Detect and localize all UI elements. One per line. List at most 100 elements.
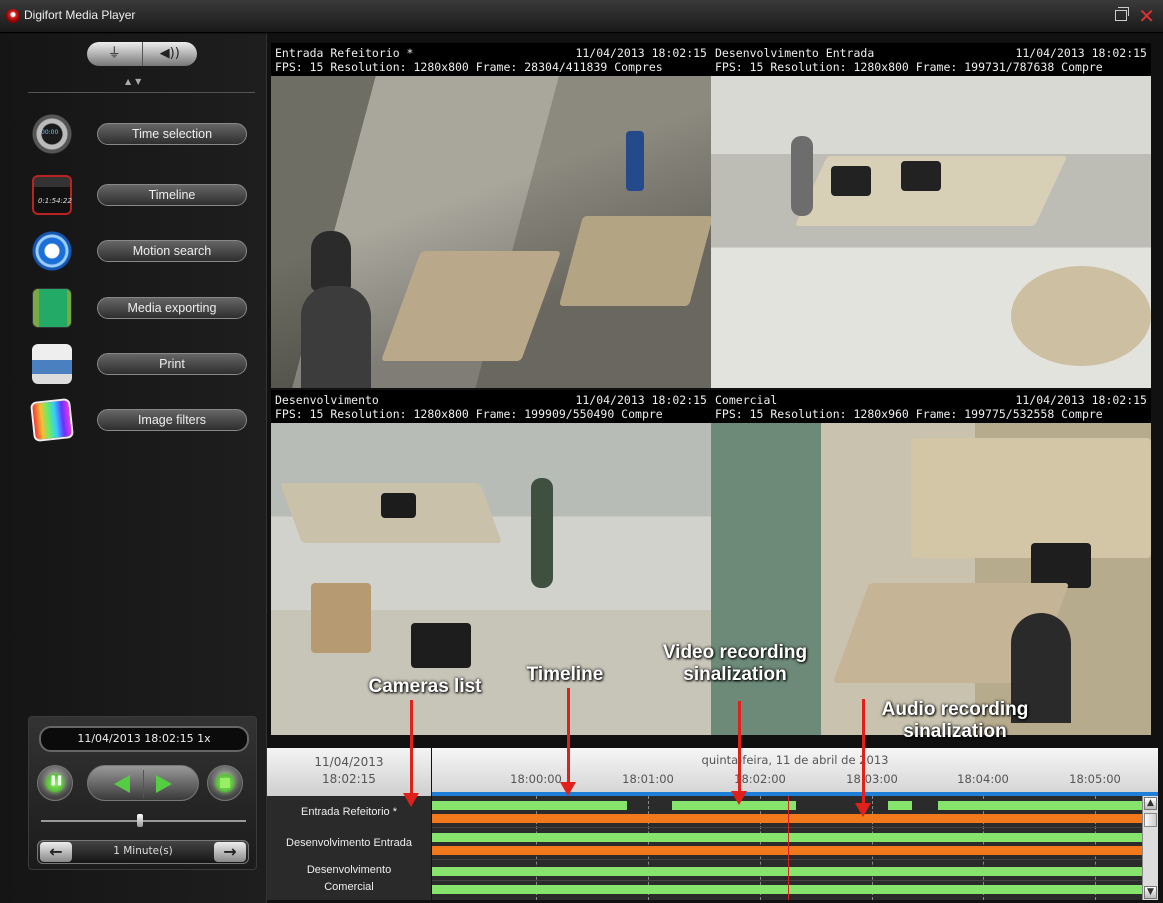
app-logo-icon xyxy=(6,9,20,23)
menu-print[interactable]: Print xyxy=(32,344,252,384)
joystick-icon[interactable]: ⏚ xyxy=(87,42,143,66)
annotation-audio-recording: Audio recording sinalization xyxy=(881,699,1029,742)
interval-next-button[interactable]: → xyxy=(214,842,246,862)
video-recording-segment[interactable] xyxy=(432,867,1142,876)
title-bar: Digifort Media Player ✕ xyxy=(0,0,1163,33)
interval-prev-button[interactable]: ← xyxy=(40,842,72,862)
timeline-tracks[interactable] xyxy=(432,796,1142,900)
camera-name: Entrada Refeitorio * xyxy=(275,46,414,60)
timeline-button[interactable]: Timeline xyxy=(97,184,247,206)
video-recording-segment[interactable] xyxy=(432,801,627,810)
image-filters-button[interactable]: Image filters xyxy=(97,409,247,431)
camera-image xyxy=(711,423,1151,735)
camera-info: FPS: 15 Resolution: 1280x800 Frame: 2830… xyxy=(275,60,663,74)
scroll-up-icon[interactable]: ▲ xyxy=(1144,797,1157,810)
timeline-tick: 18:03:00 xyxy=(846,772,898,786)
video-recording-segment[interactable] xyxy=(888,801,912,810)
camera-view-desenvolvimento-entrada[interactable]: Desenvolvimento Entrada 11/04/2013 18:02:… xyxy=(711,43,1151,388)
camera-info: FPS: 15 Resolution: 1280x800 Frame: 1999… xyxy=(275,407,663,421)
stopwatch-icon[interactable] xyxy=(32,114,72,154)
camera-info: FPS: 15 Resolution: 1280x800 Frame: 1997… xyxy=(715,60,1103,74)
timeline-tick: 18:01:00 xyxy=(622,772,674,786)
video-recording-segment[interactable] xyxy=(432,833,1142,842)
stop-icon xyxy=(216,774,234,792)
stop-button[interactable] xyxy=(207,765,243,801)
annotation-arrow xyxy=(403,700,419,807)
scrollbar-thumb[interactable] xyxy=(1144,813,1157,827)
video-recording-segment[interactable] xyxy=(432,885,1142,894)
timeline-scrollbar[interactable]: ▲ ▼ xyxy=(1142,796,1158,900)
media-exporting-button[interactable]: Media exporting xyxy=(97,297,247,319)
camera-list-item[interactable]: Desenvolvimento xyxy=(267,864,431,876)
camera-timestamp: 11/04/2013 18:02:15 xyxy=(1015,46,1147,60)
playback-datetime-display: 11/04/2013 18:02:15 1x xyxy=(39,726,249,752)
annotation-video-recording: Video recording sinalization xyxy=(662,642,808,685)
video-audio-toggle[interactable]: ⏚ ◀)) xyxy=(87,42,197,66)
camera-view-entrada-refeitorio[interactable]: Entrada Refeitorio * 11/04/2013 18:02:15 … xyxy=(271,43,711,388)
interval-selector: 1 Minute(s) ← → xyxy=(37,840,249,864)
camera-name: Desenvolvimento Entrada xyxy=(715,46,875,60)
timeline-tick: 18:02:00 xyxy=(734,772,786,786)
restore-window-icon[interactable] xyxy=(1115,7,1129,21)
playback-controls: 11/04/2013 18:02:15 1x 1 Minute(s) ← → xyxy=(28,716,257,870)
time-selection-button[interactable]: Time selection xyxy=(97,123,247,145)
camera-overlay: Desenvolvimento Entrada 11/04/2013 18:02:… xyxy=(711,43,1151,76)
timeline-tick: 18:05:00 xyxy=(1069,772,1121,786)
annotation-arrow xyxy=(560,688,576,796)
camera-image xyxy=(711,76,1151,388)
timeline-playhead[interactable] xyxy=(788,796,789,900)
annotation-cameras-list: Cameras list xyxy=(368,676,482,697)
pause-icon xyxy=(46,774,64,792)
print-button[interactable]: Print xyxy=(97,353,247,375)
timeline-tick: 18:00:00 xyxy=(510,772,562,786)
divider xyxy=(28,92,255,93)
motion-search-button[interactable]: Motion search xyxy=(97,240,247,262)
play-forward-icon[interactable] xyxy=(156,775,172,793)
camera-list-item[interactable]: Desenvolvimento Entrada xyxy=(267,837,431,849)
printer-icon[interactable] xyxy=(32,344,72,384)
menu-scroll-arrows-top[interactable]: ▲▼ xyxy=(125,77,145,86)
clapperboard-timeline-icon[interactable] xyxy=(32,175,72,215)
timeline-day-label: quinta-feira, 11 de abril de 2013 xyxy=(701,753,889,767)
camera-image xyxy=(271,76,711,388)
step-controls xyxy=(87,765,199,801)
timeline-current-datetime: 11/04/2013 18:02:15 xyxy=(267,748,431,796)
audio-recording-segment[interactable] xyxy=(432,846,1142,855)
annotation-arrow xyxy=(731,701,747,805)
timeline-ruler[interactable]: quinta-feira, 11 de abril de 2013 18:00:… xyxy=(432,748,1158,792)
speed-slider-thumb[interactable] xyxy=(137,814,143,827)
motion-search-icon[interactable] xyxy=(32,231,72,271)
camera-name: Comercial xyxy=(715,393,778,407)
camera-overlay: Entrada Refeitorio * 11/04/2013 18:02:15 … xyxy=(271,43,711,76)
timeline-time: 18:02:15 xyxy=(322,772,376,786)
camera-info: FPS: 15 Resolution: 1280x960 Frame: 1997… xyxy=(715,407,1103,421)
speaker-icon[interactable]: ◀)) xyxy=(143,42,198,66)
camera-name: Desenvolvimento xyxy=(275,393,379,407)
camera-overlay: Desenvolvimento 11/04/2013 18:02:15 FPS: … xyxy=(271,390,711,423)
camera-overlay: Comercial 11/04/2013 18:02:15 FPS: 15 Res… xyxy=(711,390,1151,423)
camera-timestamp: 11/04/2013 18:02:15 xyxy=(575,46,707,60)
film-export-icon[interactable] xyxy=(32,288,72,328)
menu-time-selection[interactable]: Time selection xyxy=(32,114,252,154)
window-title: Digifort Media Player xyxy=(24,8,136,22)
camera-list: Entrada Refeitorio * Desenvolvimento Ent… xyxy=(267,796,431,900)
menu-media-exporting[interactable]: Media exporting xyxy=(32,288,252,328)
camera-timestamp: 11/04/2013 18:02:15 xyxy=(1015,393,1147,407)
menu-motion-search[interactable]: Motion search xyxy=(32,231,252,271)
camera-list-item[interactable]: Comercial xyxy=(267,881,431,893)
menu-image-filters[interactable]: Image filters xyxy=(30,398,252,442)
annotation-arrow xyxy=(855,699,871,817)
camera-image xyxy=(271,423,711,735)
camera-list-item[interactable]: Entrada Refeitorio * xyxy=(267,806,431,818)
close-window-icon[interactable]: ✕ xyxy=(1138,4,1155,28)
speed-slider-track[interactable] xyxy=(41,820,246,822)
pause-button[interactable] xyxy=(37,765,73,801)
audio-recording-segment[interactable] xyxy=(432,814,1142,823)
video-recording-segment[interactable] xyxy=(938,801,1142,810)
color-filters-icon[interactable] xyxy=(30,398,74,442)
menu-timeline[interactable]: Timeline xyxy=(32,175,252,215)
timeline-tick: 18:04:00 xyxy=(957,772,1009,786)
scroll-down-icon[interactable]: ▼ xyxy=(1144,886,1157,899)
play-backward-icon[interactable] xyxy=(114,775,130,793)
camera-timestamp: 11/04/2013 18:02:15 xyxy=(575,393,707,407)
